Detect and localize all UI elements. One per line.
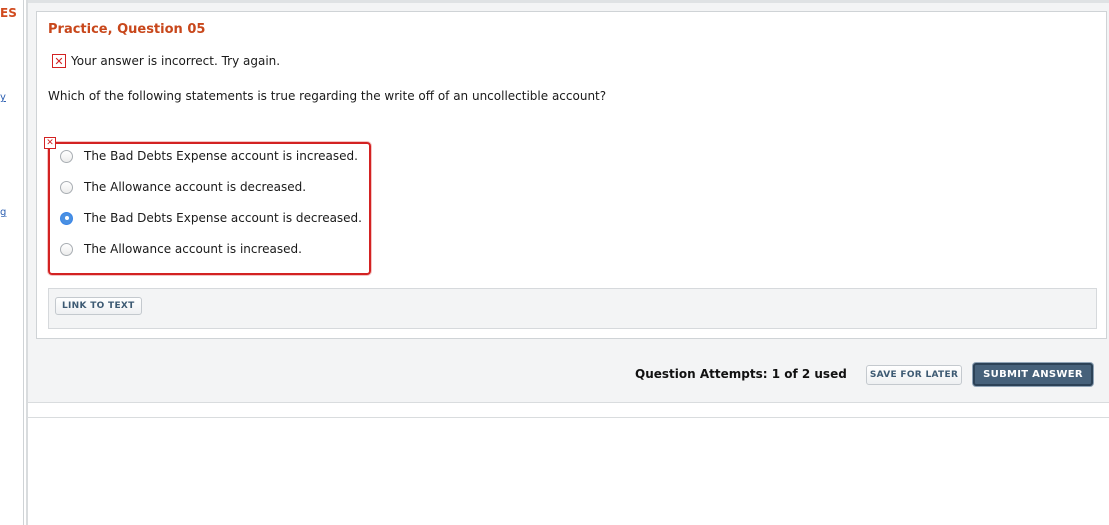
top-divider <box>28 0 1109 3</box>
submit-answer-button[interactable]: SUBMIT ANSWER <box>973 363 1093 386</box>
question-panel: Practice, Question 05 ✕ Your answer is i… <box>36 11 1107 339</box>
incorrect-x-icon: ✕ <box>52 54 66 68</box>
choice-option[interactable]: The Allowance account is decreased. <box>60 180 306 194</box>
answer-choices: The Bad Debts Expense account is increas… <box>48 142 371 275</box>
choice-label: The Bad Debts Expense account is decreas… <box>84 211 362 225</box>
choice-option[interactable]: The Bad Debts Expense account is decreas… <box>60 211 362 225</box>
choice-option[interactable]: The Bad Debts Expense account is increas… <box>60 149 358 163</box>
radio-button[interactable] <box>60 149 73 163</box>
sidebar-fragment-text: ES <box>0 6 17 20</box>
link-to-text-button[interactable]: LINK TO TEXT <box>55 297 142 315</box>
bottom-divider <box>28 417 1109 418</box>
radio-button[interactable] <box>60 242 73 256</box>
choice-label: The Allowance account is decreased. <box>84 180 307 194</box>
question-title: Practice, Question 05 <box>48 22 206 37</box>
radio-button[interactable] <box>60 180 73 194</box>
save-for-later-button[interactable]: SAVE FOR LATER <box>866 365 962 385</box>
radio-button-selected[interactable] <box>60 211 73 225</box>
question-prompt: Which of the following statements is tru… <box>48 89 607 103</box>
feedback-message: ✕ Your answer is incorrect. Try again. <box>52 54 280 68</box>
left-sidebar: ES y g <box>0 0 24 525</box>
question-attempts: Question Attempts: 1 of 2 used <box>635 367 847 381</box>
feedback-text: Your answer is incorrect. Try again. <box>71 54 281 68</box>
incorrect-marker-icon: ✕ <box>44 137 56 149</box>
sidebar-link-fragment[interactable]: y <box>0 92 6 103</box>
choice-label: The Bad Debts Expense account is increas… <box>84 149 358 163</box>
link-to-text-panel: LINK TO TEXT <box>48 288 1097 329</box>
sidebar-link-fragment[interactable]: g <box>0 207 6 218</box>
choice-option[interactable]: The Allowance account is increased. <box>60 242 302 256</box>
choice-label: The Allowance account is increased. <box>84 242 302 256</box>
